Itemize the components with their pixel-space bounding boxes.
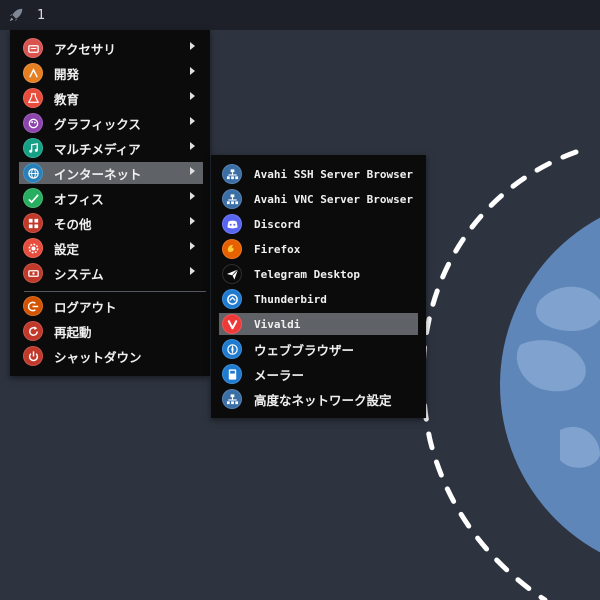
menu-item-label: システム <box>54 266 104 282</box>
menu-item-label: Discord <box>254 217 301 231</box>
settings-icon <box>23 238 43 258</box>
vivaldi-icon <box>222 314 242 334</box>
menu-item[interactable]: 高度なネットワーク設定 <box>219 388 418 410</box>
menu-item-label: アクセサリ <box>54 41 116 57</box>
menu-item-label: 教育 <box>54 91 80 107</box>
menu-item-label: 設定 <box>54 241 80 257</box>
graphics-icon <box>23 113 43 133</box>
menu-item-label: 開発 <box>54 66 80 82</box>
menu-item-label: ログアウト <box>54 299 117 315</box>
menu-item-label: Avahi VNC Server Browser <box>254 192 413 206</box>
menu-item-label: シャットダウン <box>54 349 142 365</box>
thunderbird-icon <box>222 289 242 309</box>
development-icon <box>23 63 43 83</box>
multimedia-icon <box>23 138 43 158</box>
top-panel: 1 <box>0 0 600 30</box>
office-icon <box>23 188 43 208</box>
firefox-icon <box>222 239 242 259</box>
system-icon <box>23 263 43 283</box>
workspace-indicator[interactable]: 1 <box>37 8 45 23</box>
menu-item[interactable]: 教育 <box>19 87 203 109</box>
network-settings-icon <box>222 389 242 409</box>
logout-icon <box>23 296 43 316</box>
menu-item-label: Avahi SSH Server Browser <box>254 167 413 181</box>
other-icon <box>23 213 43 233</box>
menu-item[interactable]: 再起動 <box>19 320 203 342</box>
submenu-arrow-icon <box>190 242 195 250</box>
menu-item[interactable]: メーラー <box>219 363 418 385</box>
shutdown-icon <box>23 346 43 366</box>
menu-item[interactable]: アクセサリ <box>19 37 203 59</box>
menu-item[interactable]: Firefox <box>219 238 418 260</box>
submenu-arrow-icon <box>190 192 195 200</box>
menu-item-label: その他 <box>54 216 92 232</box>
menu-item-label: インターネット <box>54 166 142 182</box>
menu-item-label: グラフィックス <box>54 116 141 132</box>
menu-item-label: Vivaldi <box>254 317 301 331</box>
menu-item[interactable]: システム <box>19 262 203 284</box>
menu-item[interactable]: シャットダウン <box>19 345 203 367</box>
menu-item[interactable]: グラフィックス <box>19 112 203 134</box>
menu-item-label: メーラー <box>254 367 305 383</box>
menu-item-label: ウェブブラウザー <box>254 342 355 358</box>
menu-item[interactable]: Discord <box>219 213 418 235</box>
menu-item[interactable]: Thunderbird <box>219 288 418 310</box>
menu-item-label: Firefox <box>254 242 301 256</box>
menu-item[interactable]: Telegram Desktop <box>219 263 418 285</box>
submenu-arrow-icon <box>190 117 195 125</box>
menu-item[interactable]: Vivaldi <box>219 313 418 335</box>
menu-item-label: Telegram Desktop <box>254 267 360 281</box>
network-icon <box>222 189 242 209</box>
application-menu: アクセサリ開発教育グラフィックス マルチメディア インターネット オフィスその他設定シ… <box>10 30 210 376</box>
menu-item-label: マルチメディア <box>54 141 141 157</box>
internet-submenu: Avahi SSH Server Browser Avahi VNC Server… <box>211 155 426 418</box>
menu-item[interactable]: その他 <box>19 212 203 234</box>
network-icon <box>222 164 242 184</box>
rocket-icon[interactable] <box>7 6 25 24</box>
submenu-arrow-icon <box>190 42 195 50</box>
telegram-icon <box>222 264 242 284</box>
globe <box>500 217 600 553</box>
accessories-icon <box>23 38 43 58</box>
menu-item-label: 高度なネットワーク設定 <box>254 392 392 408</box>
menu-item[interactable]: 開発 <box>19 62 203 84</box>
menu-item[interactable]: マルチメディア <box>19 137 203 159</box>
submenu-arrow-icon <box>190 217 195 225</box>
mailer-icon <box>222 364 242 384</box>
internet-icon <box>23 163 43 183</box>
submenu-arrow-icon <box>190 92 195 100</box>
menu-item-label: Thunderbird <box>254 292 327 306</box>
menu-separator <box>24 291 206 292</box>
menu-item-label: オフィス <box>54 191 104 207</box>
submenu-arrow-icon <box>190 167 195 175</box>
menu-item[interactable]: インターネット <box>19 162 203 184</box>
menu-item[interactable]: オフィス <box>19 187 203 209</box>
submenu-arrow-icon <box>190 142 195 150</box>
submenu-arrow-icon <box>190 67 195 75</box>
discord-icon <box>222 214 242 234</box>
menu-item[interactable]: ログアウト <box>19 295 203 317</box>
menu-item[interactable]: ウェブブラウザー <box>219 338 418 360</box>
menu-item[interactable]: Avahi VNC Server Browser <box>219 188 418 210</box>
education-icon <box>23 88 43 108</box>
menu-item-label: 再起動 <box>54 324 92 340</box>
web-browser-icon <box>222 339 242 359</box>
restart-icon <box>23 321 43 341</box>
menu-item[interactable]: 設定 <box>19 237 203 259</box>
menu-item[interactable]: Avahi SSH Server Browser <box>219 163 418 185</box>
submenu-arrow-icon <box>190 267 195 275</box>
